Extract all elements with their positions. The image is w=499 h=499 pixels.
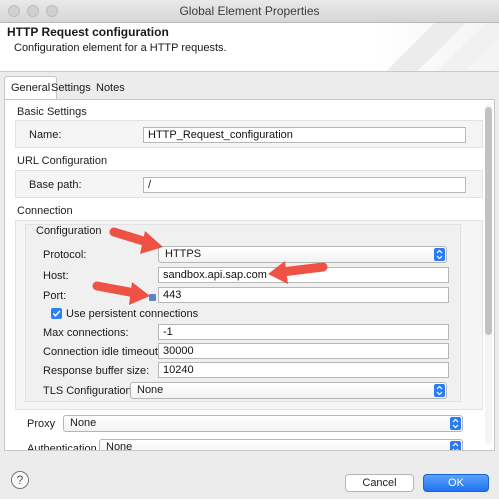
basic-settings-label: Basic Settings [17, 106, 87, 118]
base-path-label: Base path: [29, 179, 82, 191]
url-configuration-label: URL Configuration [17, 155, 108, 167]
proxy-value: None [70, 417, 97, 429]
help-icon[interactable]: ? [11, 471, 29, 489]
authentication-label: Authentication [27, 443, 97, 451]
max-connections-label: Max connections: [43, 327, 129, 339]
dialog-description: Configuration element for a HTTP request… [14, 42, 227, 54]
idle-timeout-input[interactable]: 30000 [158, 343, 449, 359]
tab-notes[interactable]: Notes [90, 77, 131, 99]
buffer-size-label: Response buffer size: [43, 365, 150, 377]
max-connections-input[interactable]: -1 [158, 324, 449, 340]
chevron-updown-icon [450, 441, 461, 450]
cancel-button[interactable]: Cancel [345, 474, 414, 492]
idle-timeout-label: Connection idle timeout: [43, 346, 162, 358]
chevron-updown-icon [450, 417, 461, 430]
general-panel: Basic Settings Name: HTTP_Request_config… [4, 99, 495, 451]
proxy-select[interactable]: None [63, 415, 463, 432]
host-input[interactable]: sandbox.api.sap.com [158, 267, 449, 283]
configuration-label: Configuration [36, 225, 102, 237]
protocol-value: HTTPS [165, 248, 202, 260]
info-icon [149, 294, 156, 301]
base-path-input[interactable]: / [143, 177, 466, 193]
authentication-value: None [106, 441, 133, 451]
port-label: Port: [43, 290, 67, 302]
buffer-size-input[interactable]: 10240 [158, 362, 449, 378]
authentication-select[interactable]: None [99, 439, 463, 451]
scrollbar-thumb[interactable] [485, 107, 492, 335]
chevron-updown-icon [434, 248, 445, 261]
name-label: Name: [29, 129, 62, 141]
proxy-label: Proxy [27, 418, 56, 430]
tls-configuration-label: TLS Configuration [43, 385, 132, 397]
tls-configuration-select[interactable]: None [130, 382, 447, 399]
persistent-connections-checkbox[interactable] [51, 308, 62, 319]
protocol-label: Protocol: [43, 249, 87, 261]
tab-settings[interactable]: Settings [45, 77, 97, 99]
port-input[interactable]: 443 [158, 287, 449, 303]
tls-value: None [137, 384, 164, 396]
window-title: Global Element Properties [179, 4, 320, 18]
dialog-title: HTTP Request configuration [7, 25, 169, 39]
chevron-updown-icon [434, 384, 445, 397]
persistent-connections-label: Use persistent connections [66, 308, 199, 320]
header-decoration-icon [386, 23, 499, 71]
name-input[interactable]: HTTP_Request_configuration [143, 127, 466, 143]
checkmark-icon [52, 310, 61, 317]
host-label: Host: [43, 270, 69, 282]
dialog-header: HTTP Request configuration Configuration… [0, 23, 499, 72]
ok-button[interactable]: OK [423, 474, 489, 492]
protocol-select[interactable]: HTTPS [158, 246, 447, 263]
connection-label: Connection [17, 205, 73, 217]
